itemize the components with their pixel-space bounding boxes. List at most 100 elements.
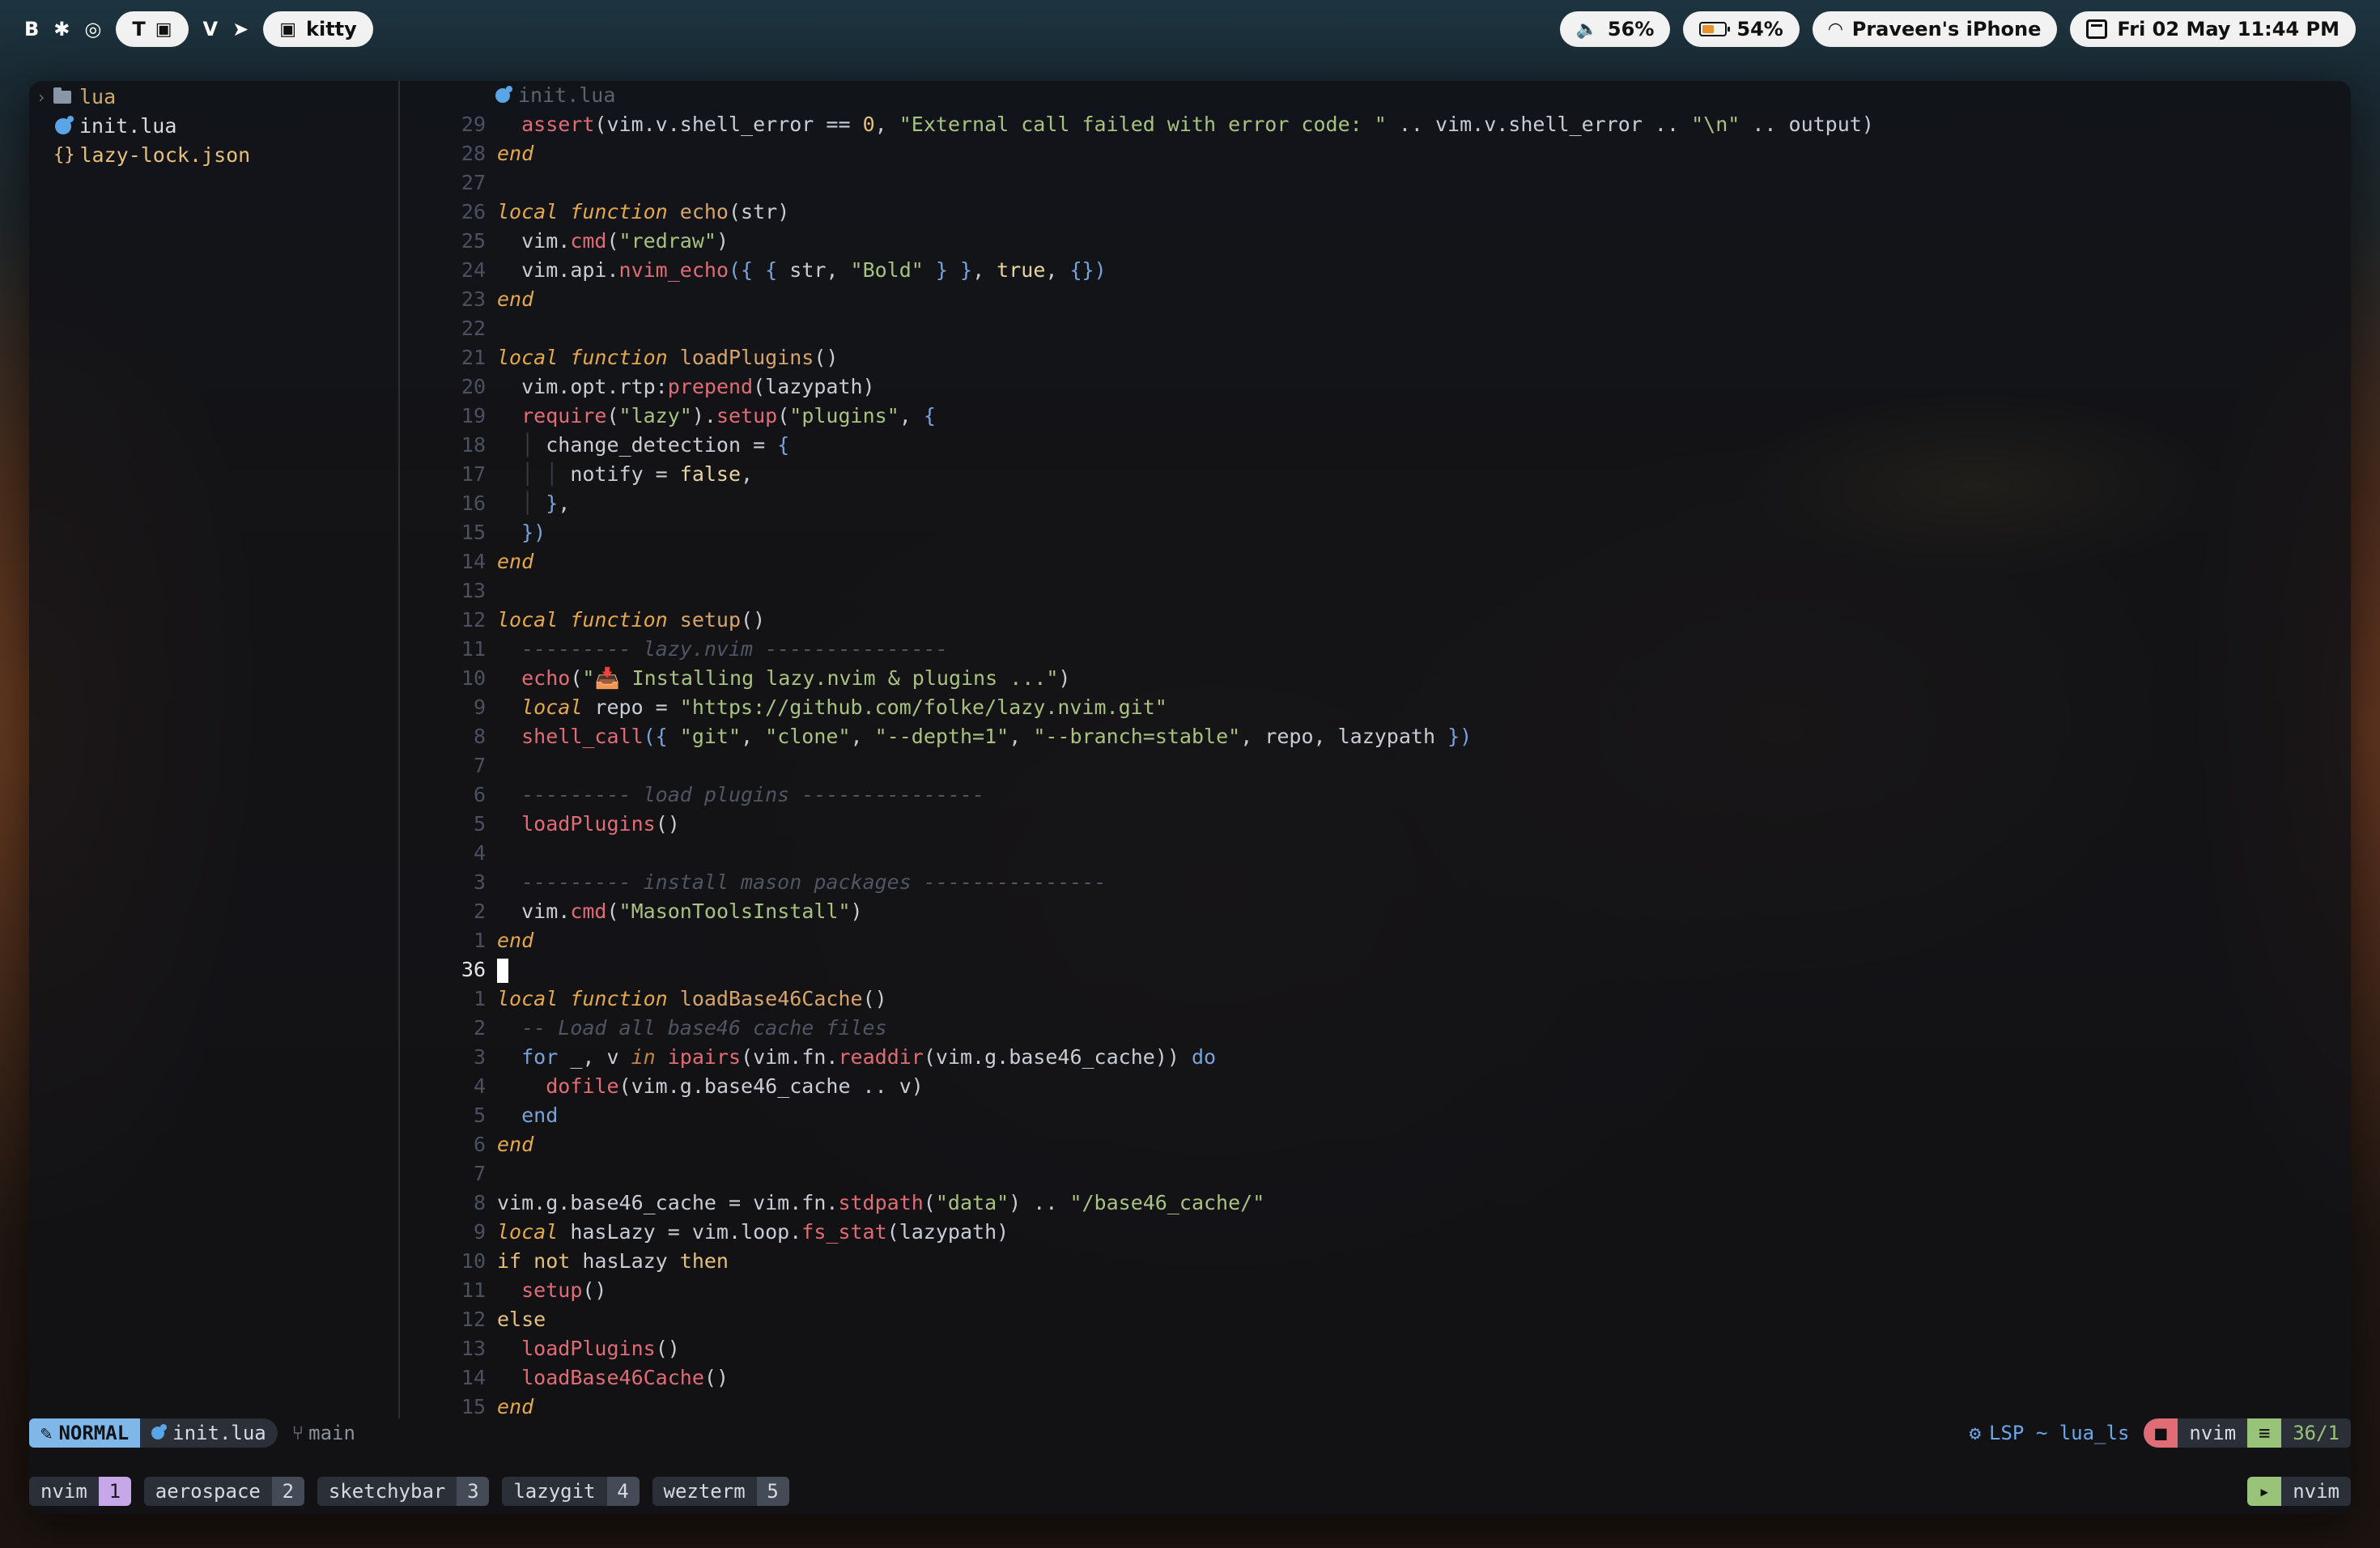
line-source: setup() (486, 1276, 606, 1305)
code-line[interactable]: 3 --------- install mason packages -----… (400, 868, 2351, 897)
code-token: hasLazy (582, 1249, 680, 1273)
code-line[interactable]: 12 else (400, 1305, 2351, 1334)
code-line[interactable]: 8 vim.g.base46_cache = vim.fn.stdpath("da… (400, 1189, 2351, 1218)
line-number: 24 (461, 258, 486, 282)
git-branch-icon: ⑂ (291, 1422, 304, 1444)
code-token: in (631, 1045, 668, 1069)
code-line[interactable]: 29 assert(vim.v.shell_error == 0, "Exter… (400, 110, 2351, 139)
code-line[interactable]: 19 require("lazy").setup("plugins", { (400, 402, 2351, 431)
code-line[interactable]: 10 if not hasLazy then (400, 1247, 2351, 1276)
tree-item-lua-folder[interactable]: › lua (29, 83, 400, 112)
clock-pill[interactable]: Fri 02 May 11:44 PM (2070, 11, 2356, 47)
code-line[interactable]: 4 (400, 839, 2351, 868)
code-line[interactable]: 36 (400, 955, 2351, 985)
file-tree[interactable]: › lua init.lua {} lazy-lock.json (29, 81, 400, 1418)
code-line[interactable]: 13 (400, 576, 2351, 606)
code-area[interactable]: 29 assert(vim.v.shell_error == 0, "Exter… (400, 110, 2351, 1422)
code-line[interactable]: 15 end (400, 1393, 2351, 1422)
session-indicator[interactable]: ▸ nvim (2247, 1477, 2351, 1506)
code-token: loadPlugins (521, 1337, 656, 1360)
code-token: ipairs (667, 1045, 742, 1069)
code-line[interactable]: 8 shell_call({ "git", "clone", "--depth=… (400, 722, 2351, 751)
code-token: (vim.fn. (741, 1045, 839, 1069)
code-line[interactable]: 4 dofile(vim.g.base46_cache .. v) (400, 1072, 2351, 1101)
code-line[interactable]: 7 (400, 1159, 2351, 1189)
wifi-pill[interactable]: ◠ Praveen's iPhone (1812, 11, 2058, 47)
editor-pane[interactable]: init.lua 29 assert(vim.v.shell_error == … (400, 81, 2351, 1418)
session-label: nvim (2281, 1477, 2351, 1506)
code-line[interactable]: 5 end (400, 1101, 2351, 1130)
volume-pill[interactable]: 🔈 56% (1559, 11, 1671, 47)
code-token: vim.opt.rtp: (521, 375, 668, 398)
tab-lazygit[interactable]: lazygit 4 (502, 1477, 640, 1506)
app-glyph-b[interactable]: B (24, 18, 39, 40)
tab-name: wezterm (652, 1477, 757, 1506)
code-line[interactable]: 13 loadPlugins() (400, 1334, 2351, 1363)
code-line[interactable]: 15 }) (400, 518, 2351, 547)
code-line[interactable]: 11 --------- lazy.nvim --------------- (400, 635, 2351, 664)
code-line[interactable]: 17 │ │ notify = false, (400, 460, 2351, 489)
code-line[interactable]: 9 local repo = "https://github.com/folke… (400, 693, 2351, 722)
code-line[interactable]: 1 local function loadBase46Cache() (400, 985, 2351, 1014)
code-line[interactable]: 12 local function setup() (400, 606, 2351, 635)
code-line[interactable]: 7 (400, 751, 2351, 780)
code-line[interactable]: 28 end (400, 139, 2351, 168)
workspace-v-label[interactable]: V (203, 18, 219, 40)
workspace-t-pill[interactable]: T ▣ (116, 11, 189, 47)
code-token: , (874, 113, 899, 136)
code-line[interactable]: 1 end (400, 926, 2351, 955)
tab-sketchybar[interactable]: sketchybar 3 (317, 1477, 490, 1506)
code-token: ) .. (1009, 1191, 1070, 1214)
code-token: end (497, 1133, 534, 1156)
code-line[interactable]: 20 vim.opt.rtp:prepend(lazypath) (400, 372, 2351, 402)
code-line[interactable]: 26 local function echo(str) (400, 198, 2351, 227)
app-glyph-chrome[interactable]: ◎ (84, 18, 101, 40)
code-line[interactable]: 21 local function loadPlugins() (400, 343, 2351, 372)
code-line[interactable]: 6 end (400, 1130, 2351, 1159)
tree-item-lazy-lock[interactable]: {} lazy-lock.json (29, 141, 400, 170)
send-icon[interactable]: ➤ (232, 18, 249, 40)
code-token: , (850, 725, 875, 748)
code-line[interactable]: 2 vim.cmd("MasonToolsInstall") (400, 897, 2351, 926)
code-line[interactable]: 5 loadPlugins() (400, 810, 2351, 839)
line-source (486, 751, 497, 780)
code-line[interactable]: 6 --------- load plugins --------------- (400, 780, 2351, 810)
tab-aerospace[interactable]: aerospace 2 (143, 1477, 304, 1506)
code-token: (vim.g.base46_cache .. v) (618, 1074, 924, 1098)
code-token: vim.g.base46_cache = vim.fn. (497, 1191, 839, 1214)
line-source: local function loadPlugins() (486, 343, 838, 372)
code-line[interactable]: 23 end (400, 285, 2351, 314)
code-token: , repo, lazypath (1240, 725, 1448, 748)
battery-pill[interactable]: 54% (1683, 11, 1800, 47)
code-token: local function (497, 200, 680, 223)
code-line[interactable]: 10 echo("📥 Installing lazy.nvim & plugin… (400, 664, 2351, 693)
chevron-right-icon[interactable]: › (29, 83, 53, 112)
code-line[interactable]: 11 setup() (400, 1276, 2351, 1305)
code-token: repo = (594, 695, 680, 719)
code-line[interactable]: 18 │ change_detection = { (400, 431, 2351, 460)
code-line[interactable]: 22 (400, 314, 2351, 343)
line-source: dofile(vim.g.base46_cache .. v) (486, 1072, 924, 1101)
code-line[interactable]: 9 local hasLazy = vim.loop.fs_stat(lazypa… (400, 1218, 2351, 1247)
line-number: 12 (461, 608, 486, 632)
active-app-pill[interactable]: ▣ kitty (263, 11, 373, 47)
code-line[interactable]: 3 for _, v in ipairs(vim.fn.readdir(vim.… (400, 1043, 2351, 1072)
code-line[interactable]: 24 vim.api.nvim_echo({ { str, "Bold" } }… (400, 256, 2351, 285)
code-line[interactable]: 27 (400, 168, 2351, 198)
tree-item-init-lua[interactable]: init.lua (29, 112, 400, 141)
code-token: { (777, 433, 790, 457)
app-glyph-star[interactable]: ✱ (53, 18, 70, 40)
code-line[interactable]: 25 vim.cmd("redraw") (400, 227, 2351, 256)
code-line[interactable]: 16 │ }, (400, 489, 2351, 518)
code-line[interactable]: 2 -- Load all base46 cache files (400, 1014, 2351, 1043)
tab-wezterm[interactable]: wezterm 5 (652, 1477, 789, 1506)
code-line[interactable]: 14 loadBase46Cache() (400, 1363, 2351, 1393)
line-number: 14 (461, 1366, 486, 1389)
code-line[interactable]: 14 end (400, 547, 2351, 576)
terminal-window[interactable]: › lua init.lua {} lazy-lock.json init.lu… (29, 81, 2351, 1514)
code-token: ( (606, 404, 619, 427)
tab-nvim[interactable]: nvim 1 (29, 1477, 131, 1506)
code-token: --------- load plugins --------------- (521, 783, 985, 806)
